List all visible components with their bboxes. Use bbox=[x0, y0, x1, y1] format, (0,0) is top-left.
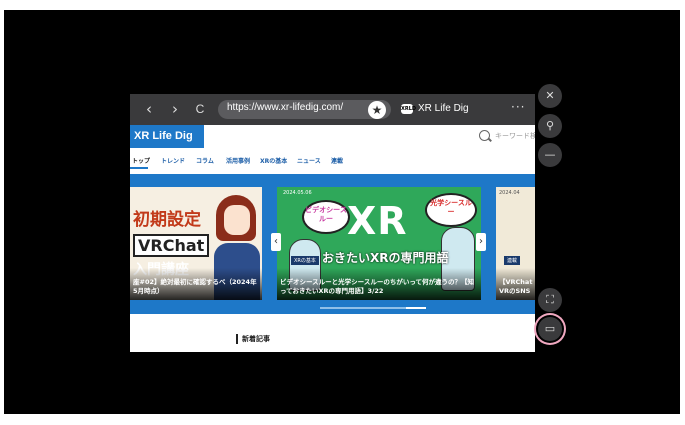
card1-caption: 座#02】絶対最初に確認するべ（2024年5月時点） bbox=[133, 278, 257, 295]
site-nav: トップ トレンド コラム 活用事例 XRの基本 ニュース 連載 bbox=[130, 154, 535, 169]
close-icon[interactable]: ✕ bbox=[538, 84, 562, 108]
carousel-card-vrchat[interactable]: 初期設定 VRChat 入門講座 座#02】絶対最初に確認するべ（2024年5月… bbox=[130, 187, 262, 300]
url-text: https://www.xr-lifedig.com/ bbox=[227, 102, 344, 113]
card1-caption-overlay: 座#02】絶対最初に確認するべ（2024年5月時点） bbox=[130, 268, 262, 300]
carousel-progress bbox=[320, 307, 426, 309]
nav-item-column[interactable]: コラム bbox=[196, 156, 214, 165]
card2-category-tag: XRの基本 bbox=[291, 256, 319, 265]
section-heading-new-articles: 新着記事 bbox=[236, 334, 270, 344]
browser-window: ‹ › C https://www.xr-lifedig.com/ ★ XRLD… bbox=[130, 94, 535, 352]
card3-caption: 【VRChat VRのSNS bbox=[499, 278, 533, 295]
search-icon[interactable] bbox=[479, 130, 490, 141]
browser-toolbar: ‹ › C https://www.xr-lifedig.com/ ★ XRLD… bbox=[130, 94, 535, 125]
forward-button[interactable]: › bbox=[166, 100, 184, 118]
nav-active-indicator bbox=[130, 167, 148, 169]
nav-item-news[interactable]: ニュース bbox=[297, 156, 321, 165]
nav-item-top[interactable]: トップ bbox=[132, 156, 150, 165]
card2-caption: ビデオシースルーと光学シースルーのちがいって何が違うの？【知っておきたいXRの専… bbox=[280, 278, 475, 295]
card1-line1: 初期設定 bbox=[133, 210, 201, 230]
card2-bubble-video: ビデオシースルー bbox=[302, 200, 350, 234]
nav-item-cases[interactable]: 活用事例 bbox=[226, 156, 250, 165]
card3-caption-overlay: 【VRChat VRのSNS bbox=[496, 268, 535, 300]
nav-item-trend[interactable]: トレンド bbox=[161, 156, 185, 165]
bookmark-star-icon[interactable]: ★ bbox=[368, 101, 386, 119]
card2-xr-title: XR bbox=[347, 199, 408, 243]
card2-bubble-optical: 光学シースルー bbox=[425, 193, 477, 227]
minimize-icon[interactable]: — bbox=[538, 143, 562, 167]
more-menu-icon[interactable]: ··· bbox=[511, 100, 525, 114]
card2-date: 2024.05.06 bbox=[283, 190, 312, 196]
hero-carousel: 初期設定 VRChat 入門講座 座#02】絶対最初に確認するべ（2024年5月… bbox=[130, 174, 535, 314]
address-bar[interactable]: https://www.xr-lifedig.com/ bbox=[218, 100, 391, 119]
card2-caption-overlay: ビデオシースルーと光学シースルーのちがいって何が違うの？【知っておきたいXRの専… bbox=[277, 268, 481, 300]
site-logo[interactable]: XR Life Dig bbox=[130, 125, 204, 148]
site-favicon: XRLD bbox=[401, 104, 417, 114]
carousel-card-xr-terms[interactable]: 2024.05.06 ビデオシースルー XR 光学シースルー XRの基本 おきた… bbox=[277, 187, 481, 300]
card3-date: 2024.04 bbox=[499, 190, 520, 196]
carousel-card-series[interactable]: 2024.04 連載 【VRChat VRのSNS bbox=[496, 187, 535, 300]
carousel-prev-button[interactable]: ‹ bbox=[271, 233, 281, 251]
card3-category-tag: 連載 bbox=[504, 256, 521, 265]
pin-icon[interactable]: ⚲ bbox=[538, 114, 562, 138]
tab-title: XR Life Dig bbox=[418, 103, 469, 114]
nav-item-basics[interactable]: XRの基本 bbox=[260, 156, 287, 165]
carousel-next-button[interactable]: › bbox=[476, 233, 486, 251]
picture-in-picture-icon[interactable]: ▭ bbox=[538, 317, 562, 341]
carousel-progress-active bbox=[406, 307, 426, 309]
reload-button[interactable]: C bbox=[191, 100, 209, 118]
fullscreen-icon[interactable]: ⛶ bbox=[538, 288, 562, 312]
device-screen: ‹ › C https://www.xr-lifedig.com/ ★ XRLD… bbox=[4, 10, 680, 414]
search-input[interactable]: キーワード検 bbox=[495, 131, 535, 141]
card2-headline: おきたいXRの専門用語 bbox=[322, 251, 449, 265]
site-header: XR Life Dig キーワード検 bbox=[130, 125, 535, 148]
nav-item-series[interactable]: 連載 bbox=[331, 156, 343, 165]
card1-line2: VRChat bbox=[133, 234, 210, 257]
back-button[interactable]: ‹ bbox=[140, 100, 158, 118]
